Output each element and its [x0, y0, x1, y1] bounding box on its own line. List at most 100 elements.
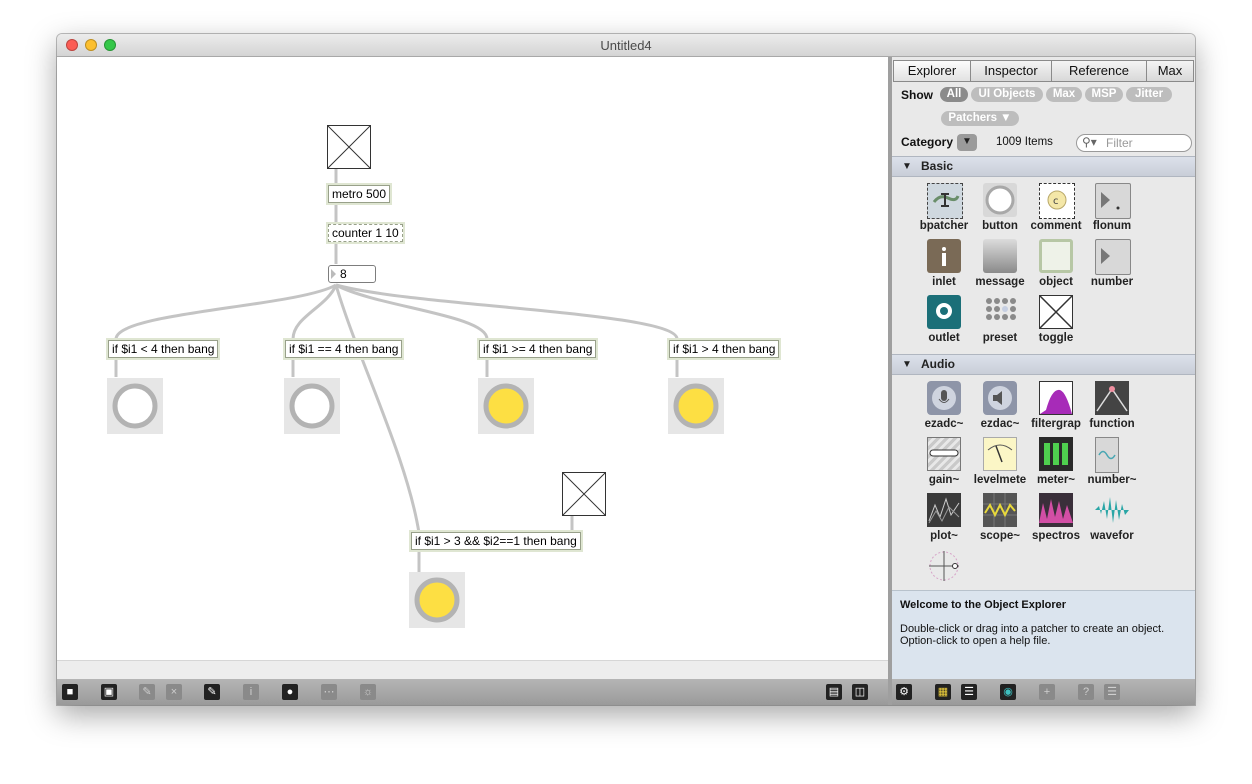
- disclosure-triangle-icon: ▼: [902, 359, 912, 370]
- menu-icon[interactable]: ☰: [1104, 684, 1120, 700]
- ezdac-icon[interactable]: [983, 381, 1017, 415]
- button-icon[interactable]: [983, 183, 1017, 217]
- section-basic[interactable]: ▼ Basic: [892, 156, 1195, 177]
- ezadc-icon[interactable]: [927, 381, 961, 415]
- outlet-icon[interactable]: [927, 295, 961, 329]
- number-arrow-icon: [331, 269, 336, 279]
- title-bar[interactable]: Untitled4: [57, 34, 1195, 57]
- object-if-less[interactable]: if $i1 < 4 then bang: [108, 340, 219, 358]
- preset-icon[interactable]: [983, 295, 1017, 329]
- comment-icon[interactable]: c: [1039, 183, 1075, 219]
- flonum-icon[interactable]: [1095, 183, 1131, 219]
- function-icon[interactable]: [1095, 381, 1129, 415]
- filtergraph-icon[interactable]: [1039, 381, 1073, 415]
- bang-button-5[interactable]: [409, 572, 465, 628]
- info-line-1: Double-click or drag into a patcher to c…: [900, 623, 1165, 635]
- filter-msp[interactable]: MSP: [1085, 87, 1123, 102]
- category-dropdown[interactable]: ▼: [957, 134, 977, 151]
- info-panel: Welcome to the Object Explorer Double-cl…: [892, 590, 1195, 680]
- levelmeter-icon[interactable]: [983, 437, 1017, 471]
- eye-icon[interactable]: ◉: [1000, 684, 1016, 700]
- filter-ui-objects[interactable]: UI Objects: [971, 87, 1043, 102]
- presentation-icon[interactable]: ▣: [101, 684, 117, 700]
- item-label: plot~: [930, 530, 958, 542]
- item-label: levelmete: [973, 474, 1027, 486]
- waveform-icon[interactable]: [1095, 493, 1129, 527]
- grid-view-icon[interactable]: ▦: [935, 684, 951, 700]
- item-label: function: [1089, 418, 1135, 430]
- item-label: gain~: [928, 474, 960, 486]
- bang-button-2[interactable]: [284, 378, 340, 434]
- filter-patchers[interactable]: Patchers ▼: [941, 111, 1019, 126]
- gear-icon[interactable]: ⚙: [896, 684, 912, 700]
- inlet-icon[interactable]: [927, 239, 961, 273]
- search-icon: ⚲▾: [1082, 135, 1097, 149]
- connect-icon[interactable]: ●: [282, 684, 298, 700]
- patcher-canvas[interactable]: metro 500 counter 1 10 8 if $i1 < 4 then…: [57, 57, 888, 660]
- item-count: 1009 Items: [996, 136, 1053, 148]
- gain-icon[interactable]: [927, 437, 961, 471]
- item-label: number~: [1087, 474, 1137, 486]
- filter-jitter[interactable]: Jitter: [1126, 87, 1172, 102]
- object-icon[interactable]: [1039, 239, 1073, 273]
- horizontal-scrollbar[interactable]: [57, 660, 888, 680]
- plot-icon[interactable]: [927, 493, 961, 527]
- object-explorer-sidebar: Explorer Inspector Reference Max Show Al…: [892, 57, 1195, 705]
- filter-max[interactable]: Max: [1046, 87, 1082, 102]
- message-icon[interactable]: [983, 239, 1017, 273]
- item-label: toggle: [1038, 332, 1074, 344]
- help-icon[interactable]: ?: [1078, 684, 1094, 700]
- object-if-greater-equal[interactable]: if $i1 >= 4 then bang: [479, 340, 597, 358]
- filter-search[interactable]: ⚲▾ Filter: [1076, 134, 1192, 152]
- layout-one-icon[interactable]: ▤: [826, 684, 842, 700]
- spectroscope-icon[interactable]: [1039, 493, 1073, 527]
- number-icon[interactable]: [1095, 239, 1131, 275]
- bang-circle-icon: [289, 383, 335, 429]
- number-tilde-icon[interactable]: [1095, 437, 1119, 473]
- snap-icon[interactable]: ☼: [360, 684, 376, 700]
- bpatcher-icon[interactable]: [927, 183, 963, 219]
- tab-max[interactable]: Max: [1146, 60, 1194, 82]
- scope-icon[interactable]: [983, 493, 1017, 527]
- layout-two-icon[interactable]: ◫: [852, 684, 868, 700]
- section-audio-title: Audio: [921, 357, 955, 371]
- item-label: flonum: [1092, 220, 1132, 232]
- meter-icon[interactable]: [1039, 437, 1073, 471]
- object-if-greater[interactable]: if $i1 > 4 then bang: [669, 340, 780, 358]
- object-if-and[interactable]: if $i1 > 3 && $i2==1 then bang: [411, 532, 581, 550]
- list-view-icon[interactable]: ☰: [961, 684, 977, 700]
- bang-circle-icon: [414, 577, 460, 623]
- object-counter[interactable]: counter 1 10: [328, 224, 403, 242]
- number-box[interactable]: 8: [328, 265, 376, 283]
- bang-button-1[interactable]: [107, 378, 163, 434]
- grid-icon[interactable]: ⋯: [321, 684, 337, 700]
- filter-placeholder: Filter: [1106, 136, 1133, 150]
- add-icon[interactable]: +: [1039, 684, 1055, 700]
- object-if-equal[interactable]: if $i1 == 4 then bang: [285, 340, 403, 358]
- toggle-second[interactable]: [562, 472, 606, 516]
- bang-button-4[interactable]: [668, 378, 724, 434]
- section-audio[interactable]: ▼ Audio: [892, 354, 1195, 375]
- toggle-top[interactable]: [327, 125, 371, 169]
- clear-icon[interactable]: ×: [166, 684, 182, 700]
- tab-explorer[interactable]: Explorer: [893, 60, 971, 82]
- lock-icon[interactable]: ■: [62, 684, 78, 700]
- sidebar-toolbar: ⚙ ▦ ☰ ◉ + ? ☰: [892, 679, 1195, 705]
- section-basic-title: Basic: [921, 159, 954, 173]
- info-line-2: Option-click to open a help file.: [900, 635, 1051, 647]
- item-label: ezdac~: [980, 418, 1020, 430]
- item-label: comment: [1030, 220, 1082, 232]
- object-metro[interactable]: metro 500: [328, 185, 391, 203]
- info-icon[interactable]: i: [243, 684, 259, 700]
- paint-icon[interactable]: ✎: [139, 684, 155, 700]
- pan-icon[interactable]: [927, 549, 961, 583]
- tab-inspector[interactable]: Inspector: [970, 60, 1052, 82]
- bang-button-3[interactable]: [478, 378, 534, 434]
- debug-icon[interactable]: ✎: [204, 684, 220, 700]
- toggle-icon[interactable]: [1039, 295, 1073, 329]
- number-value: 8: [340, 267, 347, 281]
- filter-all[interactable]: All: [940, 87, 968, 102]
- tab-reference[interactable]: Reference: [1051, 60, 1147, 82]
- window-title: Untitled4: [600, 38, 652, 53]
- item-label: bpatcher: [919, 220, 969, 232]
